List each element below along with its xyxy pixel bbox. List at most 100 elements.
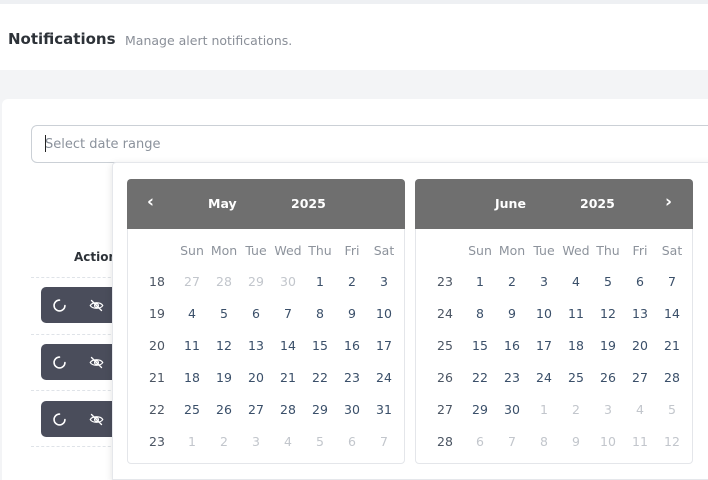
calendar-day-outside[interactable]: 30 [272, 274, 304, 289]
calendar-day[interactable]: 4 [560, 274, 592, 289]
calendar-day-outside[interactable]: 2 [208, 434, 240, 449]
calendar-day[interactable]: 12 [208, 338, 240, 353]
calendar-day[interactable]: 2 [336, 274, 368, 289]
calendar-day-outside[interactable]: 29 [240, 274, 272, 289]
calendar-day[interactable]: 26 [208, 402, 240, 417]
calendar-day[interactable]: 17 [368, 338, 400, 353]
calendar-day-outside[interactable]: 12 [656, 434, 688, 449]
calendar-day[interactable]: 5 [592, 274, 624, 289]
calendar-day-outside[interactable]: 10 [592, 434, 624, 449]
date-range-input[interactable] [31, 125, 708, 163]
calendar-day[interactable]: 20 [240, 370, 272, 385]
calendar-day-outside[interactable]: 1 [176, 434, 208, 449]
next-month-button[interactable]: › [665, 192, 672, 212]
hide-button[interactable] [78, 401, 114, 437]
year-label[interactable]: 2025 [580, 196, 615, 211]
week-row: 22 25 26 27 28 29 30 31 [128, 393, 406, 425]
calendar-day[interactable]: 10 [368, 306, 400, 321]
calendar-day[interactable]: 23 [496, 370, 528, 385]
hide-button[interactable] [78, 287, 114, 323]
calendar-day-outside[interactable]: 4 [624, 402, 656, 417]
calendar-day[interactable]: 30 [336, 402, 368, 417]
row-actions [41, 401, 121, 437]
calendar-day[interactable]: 4 [176, 306, 208, 321]
calendar-day-outside[interactable]: 1 [528, 402, 560, 417]
calendar-day-outside[interactable]: 11 [624, 434, 656, 449]
calendar-day[interactable]: 19 [592, 338, 624, 353]
calendar-day[interactable]: 7 [656, 274, 688, 289]
calendar-day-outside[interactable]: 9 [560, 434, 592, 449]
calendar-day[interactable]: 6 [240, 306, 272, 321]
calendar-day[interactable]: 25 [176, 402, 208, 417]
calendar-day-outside[interactable]: 8 [528, 434, 560, 449]
calendar-day[interactable]: 22 [464, 370, 496, 385]
calendar-day[interactable]: 21 [272, 370, 304, 385]
calendar-day[interactable]: 8 [464, 306, 496, 321]
calendar-day[interactable]: 8 [304, 306, 336, 321]
calendar-day-outside[interactable]: 5 [304, 434, 336, 449]
calendar-day-outside[interactable]: 2 [560, 402, 592, 417]
calendar-day-outside[interactable]: 4 [272, 434, 304, 449]
calendar-day[interactable]: 29 [464, 402, 496, 417]
calendar-day[interactable]: 15 [304, 338, 336, 353]
calendar-day[interactable]: 21 [656, 338, 688, 353]
calendar-day[interactable]: 18 [176, 370, 208, 385]
calendar-day[interactable]: 3 [528, 274, 560, 289]
calendar-day[interactable]: 7 [272, 306, 304, 321]
calendar-day[interactable]: 5 [208, 306, 240, 321]
calendar-day[interactable]: 16 [336, 338, 368, 353]
month-name[interactable]: June [495, 196, 526, 211]
calendar-day[interactable]: 20 [624, 338, 656, 353]
hide-button[interactable] [78, 344, 114, 380]
calendar-day[interactable]: 13 [240, 338, 272, 353]
calendar-day[interactable]: 11 [176, 338, 208, 353]
calendar-day[interactable]: 1 [304, 274, 336, 289]
calendar-day[interactable]: 17 [528, 338, 560, 353]
refresh-button[interactable] [41, 344, 77, 380]
calendar-day[interactable]: 24 [368, 370, 400, 385]
calendar-day[interactable]: 31 [368, 402, 400, 417]
calendar-day-outside[interactable]: 7 [496, 434, 528, 449]
month-name[interactable]: May [208, 196, 237, 211]
calendar-day[interactable]: 30 [496, 402, 528, 417]
calendar-day-outside[interactable]: 3 [592, 402, 624, 417]
calendar-day[interactable]: 1 [464, 274, 496, 289]
calendar-day[interactable]: 10 [528, 306, 560, 321]
calendar-day[interactable]: 16 [496, 338, 528, 353]
calendar-day[interactable]: 11 [560, 306, 592, 321]
calendar-day[interactable]: 2 [496, 274, 528, 289]
calendar-day[interactable]: 25 [560, 370, 592, 385]
calendar-day-outside[interactable]: 6 [336, 434, 368, 449]
calendar-day[interactable]: 9 [496, 306, 528, 321]
refresh-button[interactable] [41, 401, 77, 437]
calendar-day[interactable]: 15 [464, 338, 496, 353]
calendar-day[interactable]: 19 [208, 370, 240, 385]
prev-month-button[interactable]: ‹ [147, 192, 154, 212]
calendar-day[interactable]: 13 [624, 306, 656, 321]
calendar-day[interactable]: 27 [240, 402, 272, 417]
calendar-day[interactable]: 24 [528, 370, 560, 385]
calendar-day-outside[interactable]: 5 [656, 402, 688, 417]
calendar-day[interactable]: 26 [592, 370, 624, 385]
calendar-day[interactable]: 12 [592, 306, 624, 321]
calendar-day[interactable]: 27 [624, 370, 656, 385]
calendar-day[interactable]: 28 [272, 402, 304, 417]
calendar-day[interactable]: 3 [368, 274, 400, 289]
calendar-day[interactable]: 18 [560, 338, 592, 353]
calendar-day[interactable]: 14 [656, 306, 688, 321]
calendar-day[interactable]: 6 [624, 274, 656, 289]
year-label[interactable]: 2025 [291, 196, 326, 211]
calendar-day-outside[interactable]: 6 [464, 434, 496, 449]
refresh-icon [52, 298, 67, 313]
calendar-day-outside[interactable]: 7 [368, 434, 400, 449]
calendar-day-outside[interactable]: 27 [176, 274, 208, 289]
calendar-day[interactable]: 23 [336, 370, 368, 385]
calendar-day[interactable]: 14 [272, 338, 304, 353]
calendar-day[interactable]: 29 [304, 402, 336, 417]
calendar-day-outside[interactable]: 3 [240, 434, 272, 449]
calendar-day[interactable]: 9 [336, 306, 368, 321]
calendar-day[interactable]: 22 [304, 370, 336, 385]
calendar-day[interactable]: 28 [656, 370, 688, 385]
refresh-button[interactable] [41, 287, 77, 323]
calendar-day-outside[interactable]: 28 [208, 274, 240, 289]
